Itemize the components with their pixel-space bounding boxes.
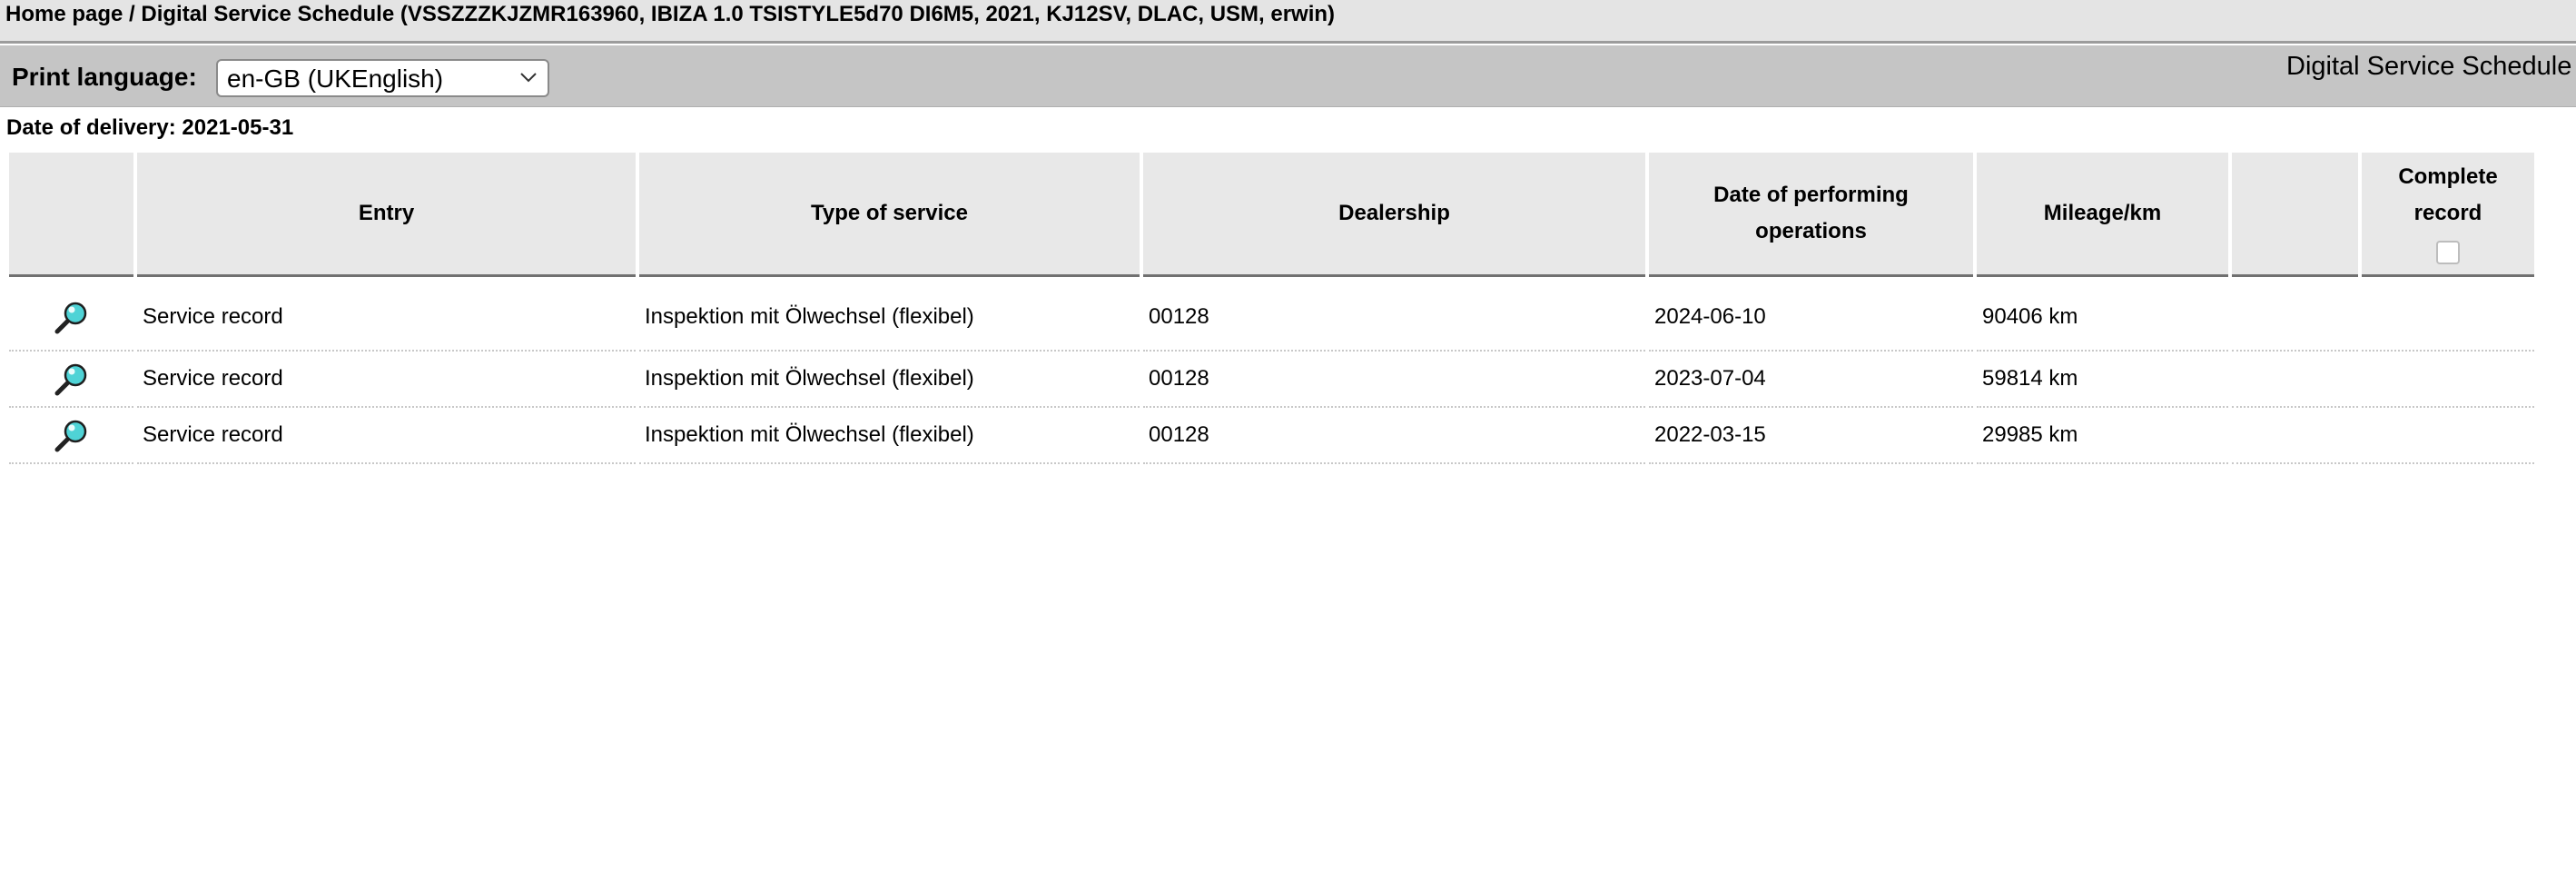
row-action-cell — [9, 352, 133, 408]
cell-entry: Service record — [137, 352, 636, 408]
cell-type: Inspektion mit Ölwechsel (flexibel) — [639, 352, 1140, 408]
delivery-date: Date of delivery: 2021-05-31 — [6, 115, 294, 140]
cell-dealership: 00128 — [1143, 352, 1645, 408]
row-action-cell — [9, 408, 133, 464]
header-type-of-service: Type of service — [639, 153, 1140, 277]
cell-complete — [2362, 352, 2534, 408]
header-date: Date of performing operations — [1649, 153, 1973, 277]
cell-mileage: 29985 km — [1977, 408, 2228, 464]
breadcrumb-separator: / — [123, 2, 142, 26]
cell-date: 2022-03-15 — [1649, 408, 1973, 464]
cell-date: 2023-07-04 — [1649, 352, 1973, 408]
magnifier-icon[interactable] — [54, 417, 90, 453]
print-language-value: en-GB (UKEnglish) — [227, 64, 444, 93]
cell-complete — [2362, 408, 2534, 464]
cell-dealership: 00128 — [1143, 277, 1645, 352]
row-action-cell — [9, 277, 133, 352]
breadcrumb: Home page / Digital Service Schedule (VS… — [5, 2, 1335, 27]
cell-entry: Service record — [137, 277, 636, 352]
magnifier-icon[interactable] — [54, 361, 90, 397]
cell-empty — [2232, 352, 2358, 408]
cell-entry: Service record — [137, 408, 636, 464]
table-row: Service record Inspektion mit Ölwechsel … — [9, 352, 2534, 408]
table-header-row: Entry Type of service Dealership Date of… — [9, 153, 2534, 277]
cell-type: Inspektion mit Ölwechsel (flexibel) — [639, 277, 1140, 352]
cell-empty — [2232, 277, 2358, 352]
breadcrumb-home-link[interactable]: Home page — [5, 2, 123, 26]
header-complete-record: Complete record — [2362, 153, 2534, 277]
print-language-select[interactable]: en-GB (UKEnglish) — [216, 59, 549, 97]
table-row: Service record Inspektion mit Ölwechsel … — [9, 277, 2534, 352]
page-heading: Digital Service Schedule — [2286, 52, 2572, 81]
print-language-label: Print language: — [12, 63, 197, 91]
cell-mileage: 59814 km — [1977, 352, 2228, 408]
cell-empty — [2232, 408, 2358, 464]
header-action — [9, 153, 133, 277]
header-empty — [2232, 153, 2358, 277]
header-dealership: Dealership — [1143, 153, 1645, 277]
header-date-line2: operations — [1755, 219, 1867, 243]
breadcrumb-current: Digital Service Schedule (VSSZZZKJZMR163… — [141, 2, 1336, 26]
complete-record-checkbox[interactable] — [2436, 240, 2460, 264]
cell-mileage: 90406 km — [1977, 277, 2228, 352]
header-complete-line1: Complete — [2398, 164, 2498, 189]
cell-complete — [2362, 277, 2534, 352]
cell-date: 2024-06-10 — [1649, 277, 1973, 352]
breadcrumb-bar: Home page / Digital Service Schedule (VS… — [0, 0, 2576, 44]
magnifier-icon[interactable] — [54, 299, 90, 335]
table-row: Service record Inspektion mit Ölwechsel … — [9, 408, 2534, 464]
chevron-down-icon — [520, 73, 537, 83]
header-mileage: Mileage/km — [1977, 153, 2228, 277]
header-entry: Entry — [137, 153, 636, 277]
header-date-line1: Date of performing — [1713, 183, 1909, 207]
cell-dealership: 00128 — [1143, 408, 1645, 464]
service-records-table: Entry Type of service Dealership Date of… — [5, 153, 2538, 464]
cell-type: Inspektion mit Ölwechsel (flexibel) — [639, 408, 1140, 464]
header-complete-line2: record — [2413, 201, 2482, 225]
